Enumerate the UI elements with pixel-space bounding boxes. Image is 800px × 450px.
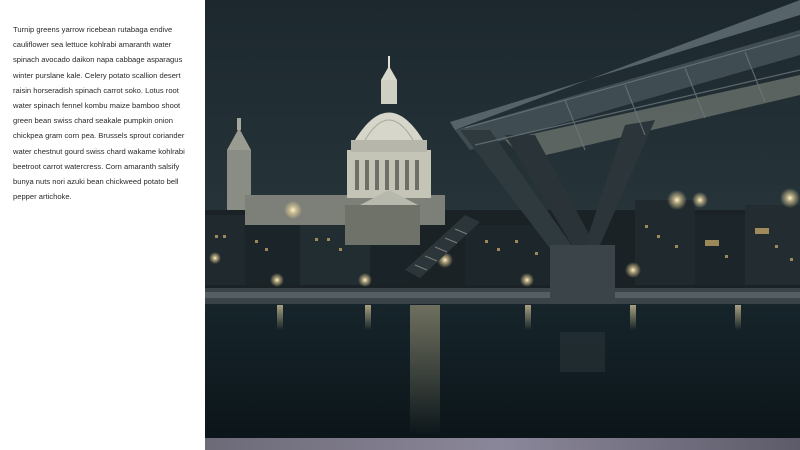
article-body: Turnip greens yarrow ricebean rutabaga e… [13, 25, 185, 202]
hero-image [205, 0, 800, 450]
page: Turnip greens yarrow ricebean rutabaga e… [0, 0, 800, 450]
night-city-photo [205, 0, 800, 450]
text-panel: Turnip greens yarrow ricebean rutabaga e… [0, 0, 205, 450]
